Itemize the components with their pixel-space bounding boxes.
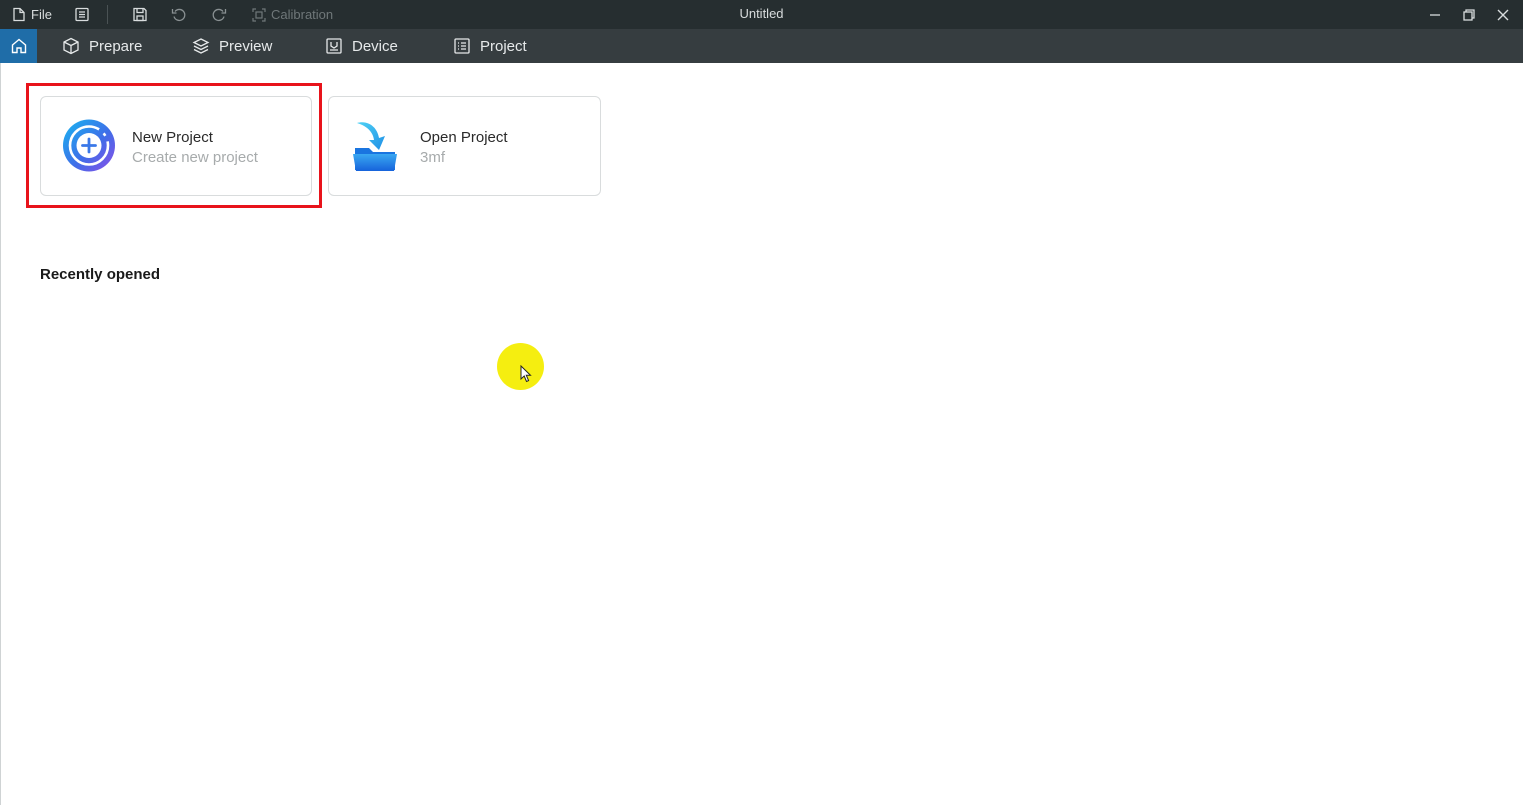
tab-home[interactable]	[0, 29, 37, 63]
tab-prepare-label: Prepare	[89, 37, 143, 55]
minimize-button[interactable]	[1428, 0, 1442, 29]
mouse-cursor-icon	[520, 365, 532, 383]
close-icon	[1497, 9, 1509, 20]
title-bar: File Calibration Untitled	[0, 0, 1523, 29]
file-menu-label: File	[31, 7, 52, 22]
close-button[interactable]	[1496, 0, 1510, 29]
tab-device[interactable]: Device	[325, 29, 398, 63]
tab-project[interactable]: Project	[453, 29, 527, 63]
restore-button[interactable]	[1462, 0, 1476, 29]
tab-preview-label: Preview	[219, 37, 273, 55]
calibration-button[interactable]: Calibration	[252, 0, 333, 29]
save-button[interactable]	[132, 0, 148, 29]
main-tab-bar: Prepare Preview Device Project	[0, 29, 1523, 63]
open-folder-icon	[353, 118, 401, 178]
open-project-subtitle: 3mf	[420, 149, 446, 166]
calibration-label: Calibration	[271, 7, 334, 22]
new-project-subtitle: Create new project	[132, 149, 258, 166]
restore-icon	[1463, 8, 1475, 21]
cube-icon	[63, 37, 79, 55]
tab-project-label: Project	[480, 37, 527, 55]
undo-icon	[171, 8, 186, 22]
toolbar-divider	[107, 5, 108, 24]
document-list-icon	[75, 7, 89, 22]
redo-button[interactable]	[211, 0, 227, 29]
open-project-title: Open Project	[420, 129, 508, 146]
tab-device-label: Device	[352, 37, 398, 55]
tab-prepare[interactable]: Prepare	[62, 29, 142, 63]
recently-opened-heading: Recently opened	[40, 266, 161, 283]
tab-preview[interactable]: Preview	[192, 29, 272, 63]
calibration-icon	[252, 7, 266, 22]
new-project-title: New Project	[132, 129, 213, 146]
file-icon	[13, 7, 25, 22]
left-edge-border	[0, 63, 1, 805]
layers-icon	[192, 38, 210, 54]
minimize-icon	[1430, 13, 1440, 16]
redo-icon	[212, 8, 227, 22]
list-icon	[454, 38, 470, 54]
new-project-icon	[62, 118, 117, 178]
menu-button[interactable]	[74, 0, 90, 29]
undo-button[interactable]	[171, 0, 187, 29]
file-menu-button[interactable]: File	[12, 0, 52, 29]
window-title: Untitled	[739, 6, 784, 21]
open-project-card[interactable]: Open Project 3mf	[328, 96, 601, 196]
home-icon	[11, 38, 26, 54]
device-icon	[326, 38, 342, 54]
save-icon	[133, 7, 147, 22]
new-project-card[interactable]: New Project Create new project	[40, 96, 312, 196]
